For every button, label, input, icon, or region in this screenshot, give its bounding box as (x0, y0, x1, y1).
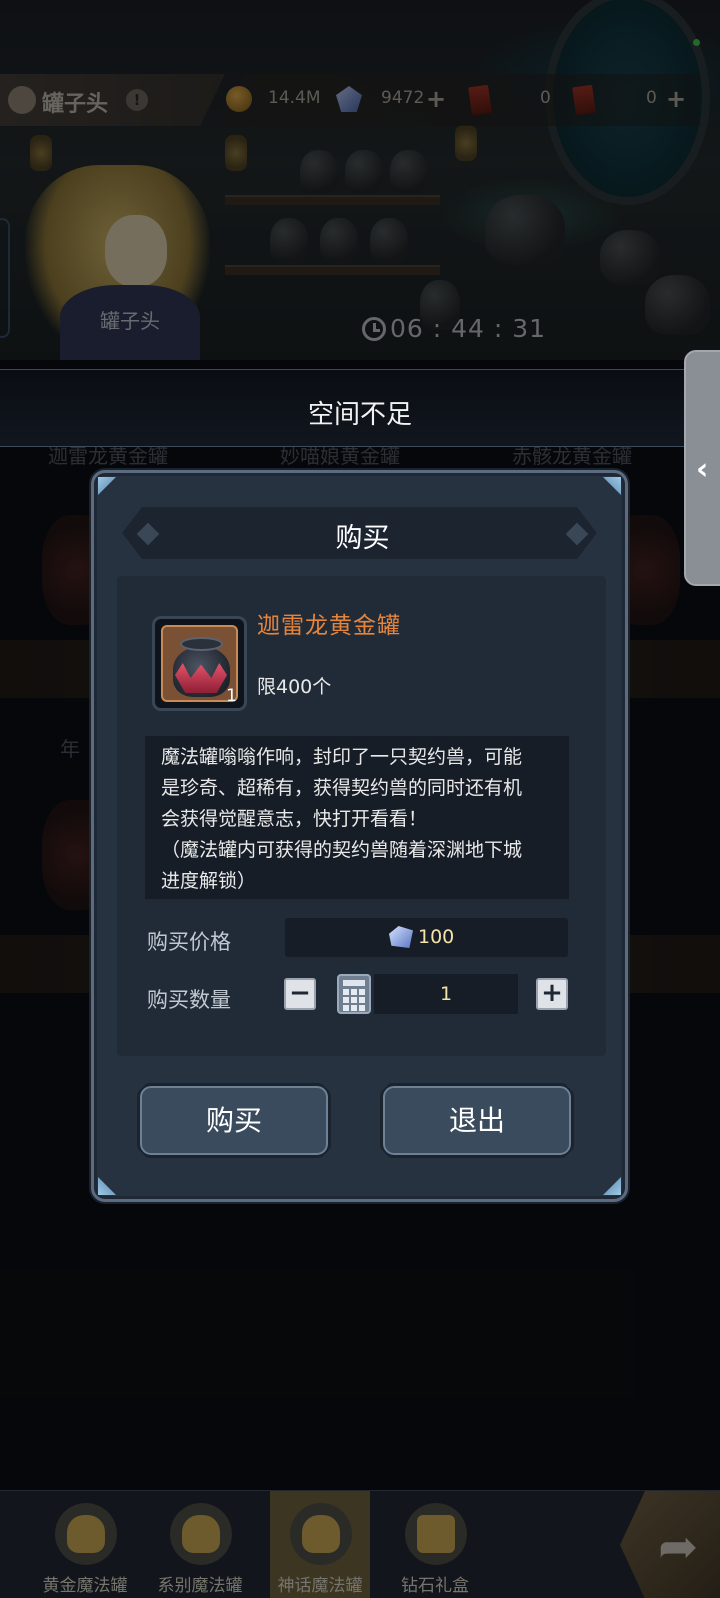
jar-decoration (370, 218, 408, 264)
nav-myth-jar[interactable]: 神话魔法罐 (270, 1491, 370, 1598)
ticket-a-amount: 0 (540, 88, 551, 108)
lamp-icon (225, 135, 247, 171)
toast-banner: 空间不足 (0, 369, 720, 447)
add-diamond-button[interactable]: + (426, 85, 446, 113)
nav-label: 系别魔法罐 (157, 1576, 243, 1596)
dialog-content: 1 迦雷龙黄金罐 限400个 魔法罐嗡嗡作响，封印了一只契约兽，可能 是珍奇、超… (117, 576, 606, 1056)
lamp-icon (455, 125, 477, 161)
calculator-icon (343, 980, 365, 986)
purchase-dialog: 购买 1 迦雷龙黄金罐 限400个 魔法罐嗡嗡作响，封印了一只契约兽，可能 是珍… (91, 470, 628, 1202)
jar-decoration (390, 150, 428, 194)
left-side-tab[interactable] (0, 218, 10, 338)
diamond-icon (389, 926, 413, 948)
calculator-button[interactable] (337, 974, 371, 1014)
share-button[interactable]: ➦ (620, 1491, 720, 1598)
ticket-b-amount: 0 (646, 88, 657, 108)
nav-element-jar[interactable]: 系别魔法罐 (150, 1491, 250, 1598)
timer-text: 06 : 44 : 31 (390, 314, 547, 343)
price-label: 购买价格 (147, 930, 231, 954)
player-plate (0, 74, 225, 126)
jar-decoration (270, 218, 308, 264)
item-description-box: 魔法罐嗡嗡作响，封印了一只契约兽，可能 是珍奇、超稀有，获得契约兽的同时还有机 … (145, 736, 569, 899)
nav-label: 钻石礼盒 (401, 1576, 469, 1596)
online-indicator (693, 39, 700, 46)
refresh-timer: 06 : 44 : 31 (362, 314, 546, 343)
shelf (225, 195, 440, 205)
item-count: 1 (226, 686, 237, 706)
npc-name-label: 罐子头 (100, 309, 160, 333)
jar-rim (180, 637, 223, 651)
lamp-icon (30, 135, 52, 171)
jar-decoration (320, 218, 358, 264)
player-name: 罐子头 (42, 92, 109, 117)
item-description: 魔法罐嗡嗡作响，封印了一只契约兽，可能 是珍奇、超稀有，获得契约兽的同时还有机 … (161, 746, 523, 892)
quantity-input[interactable]: 1 (374, 974, 518, 1014)
jar-crystal (175, 663, 227, 693)
quantity-label: 购买数量 (147, 988, 231, 1012)
gift-box-icon (405, 1503, 467, 1565)
shelf (225, 265, 440, 275)
npc-face (105, 215, 167, 287)
item-name: 迦雷龙黄金罐 (257, 613, 401, 639)
nav-diamond-gift[interactable]: 钻石礼盒 (385, 1491, 485, 1598)
price-field: 100 (285, 918, 568, 957)
jar-icon (170, 1503, 232, 1565)
increase-quantity-button[interactable]: + (536, 978, 568, 1010)
top-status-bar: 罐子头 ! 14.4M 9472 + 0 0 + (0, 74, 720, 126)
jar-decoration (345, 150, 383, 194)
clock-icon (362, 316, 386, 341)
ticket-b-icon (572, 84, 596, 116)
corner-ornament (603, 1177, 621, 1195)
jar-decoration (600, 230, 660, 285)
jar-icon (290, 1503, 352, 1565)
info-icon[interactable]: ! (126, 89, 148, 111)
gold-amount: 14.4M (268, 88, 321, 108)
jar-decoration (300, 150, 338, 194)
gold-coin-icon (226, 86, 252, 112)
corner-ornament (98, 1177, 116, 1195)
jar-icon (55, 1503, 117, 1565)
diamond-amount: 9472 (381, 88, 425, 108)
toast-message: 空间不足 (307, 400, 412, 430)
side-drawer-handle[interactable]: ‹ (684, 350, 720, 586)
ticket-a-icon (468, 84, 492, 116)
nav-gold-jar[interactable]: 黄金魔法罐 (35, 1491, 135, 1598)
chevron-left-icon: ‹ (696, 452, 709, 487)
add-ticket-button[interactable]: + (666, 85, 686, 113)
cauldron (485, 195, 565, 265)
nav-label: 神话魔法罐 (277, 1576, 363, 1596)
player-avatar[interactable] (8, 86, 36, 114)
jar-decoration (645, 275, 710, 335)
share-arrow-icon: ➦ (658, 1519, 699, 1575)
exit-button[interactable]: 退出 (380, 1083, 574, 1158)
bg-item-title: 年 (60, 737, 80, 761)
nav-label: 黄金魔法罐 (42, 1576, 128, 1596)
bottom-navigation: 黄金魔法罐 系别魔法罐 神话魔法罐 钻石礼盒 ➦ (0, 1490, 720, 1598)
buy-button[interactable]: 购买 (137, 1083, 331, 1158)
price-value: 100 (418, 926, 455, 948)
item-slot[interactable]: 1 (152, 616, 247, 711)
corner-ornament (98, 477, 116, 495)
decrease-quantity-button[interactable]: − (284, 978, 316, 1010)
corner-ornament (603, 477, 621, 495)
purchase-limit: 限400个 (257, 676, 332, 698)
dialog-title: 购买 (335, 523, 390, 554)
